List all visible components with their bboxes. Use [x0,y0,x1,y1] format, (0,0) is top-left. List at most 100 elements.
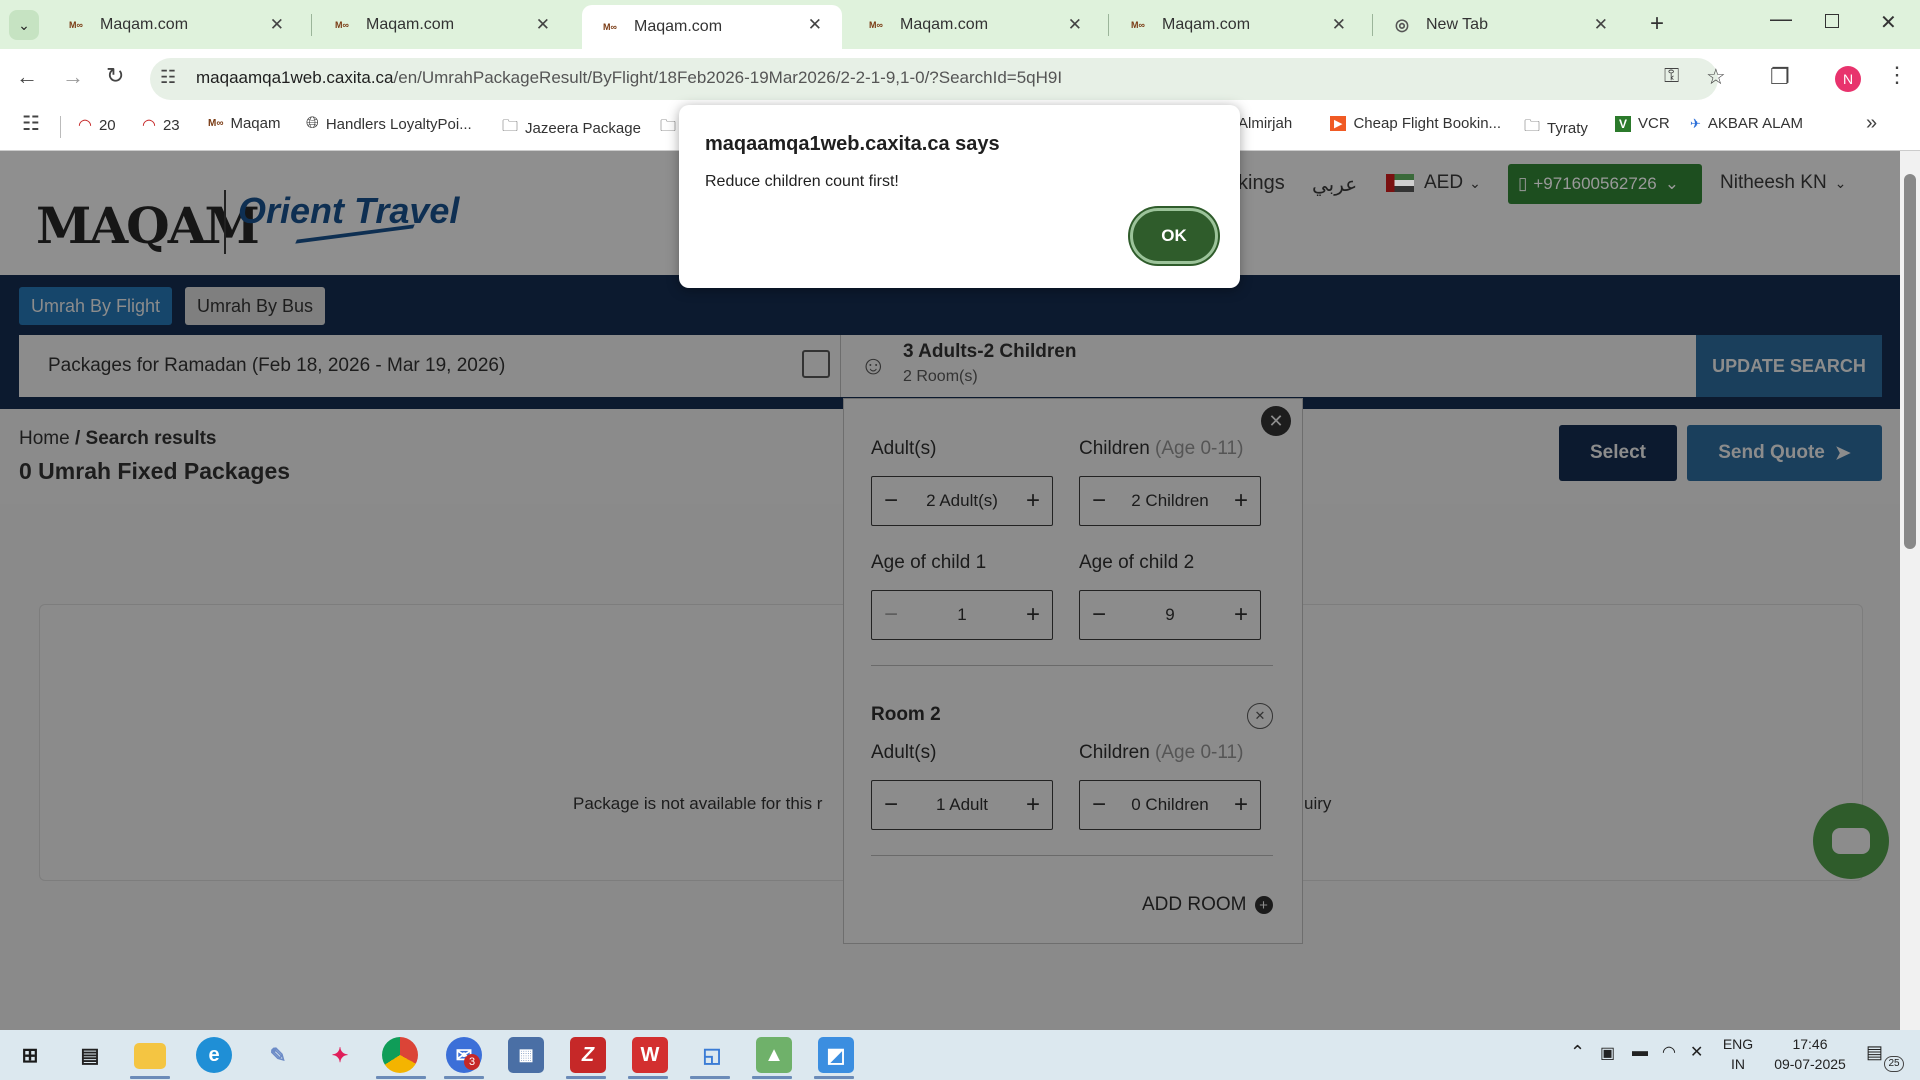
show-hidden-icons[interactable]: ⌃ [1570,1042,1585,1063]
bookmark-star-icon[interactable]: ☆ [1706,66,1726,88]
bookmark-item[interactable]: Almirjah [1238,115,1292,132]
clock[interactable]: 17:46 09-07-2025 [1766,1036,1854,1072]
photos-icon[interactable]: ▲ [756,1037,792,1073]
add-room-button[interactable]: ADD ROOM + [1142,894,1273,916]
language-toggle[interactable]: عربي [1312,172,1357,197]
plus-icon[interactable]: + [1026,603,1040,627]
url-text[interactable]: maqaamqa1web.caxita.ca/en/UmrahPackageRe… [196,68,1062,88]
close-window-icon[interactable]: ✕ [1880,10,1897,35]
restore-window-icon[interactable] [1825,14,1839,28]
bookmark-item[interactable]: ◠ 23 [142,115,180,135]
password-key-icon[interactable]: ⚿ [1664,66,1679,86]
paint-icon[interactable]: ✎ [260,1037,296,1073]
browser-tab[interactable]: M∞ Maqam.com ✕ [48,0,304,49]
minus-icon[interactable]: − [884,793,898,817]
forward-arrow-icon[interactable]: → [62,66,84,88]
orient-travel-logo[interactable]: Orient Travel [238,190,459,232]
browser-tab[interactable]: M∞ Maqam.com ✕ [1110,0,1366,49]
browser-tab[interactable]: M∞ Maqam.com ✕ [848,0,1102,49]
tab-umrah-by-flight[interactable]: Umrah By Flight [19,287,173,325]
bookmark-item[interactable]: 🗀 Jazeera Package [502,115,641,142]
apps-grid-icon[interactable]: ☷ [22,114,40,134]
calendar-icon[interactable] [802,350,830,378]
currency-selector[interactable]: AED ⌄ [1386,172,1481,194]
breadcrumb-home[interactable]: Home [19,428,70,449]
select-button[interactable]: Select [1559,425,1677,481]
notepad-icon[interactable]: ◱ [694,1037,730,1073]
ok-button[interactable]: OK [1130,208,1218,264]
guests-summary[interactable]: 3 Adults-2 Children [903,341,1076,363]
child2-age-stepper: − 9 + [1079,590,1261,640]
more-bookmarks-icon[interactable]: » [1866,113,1877,133]
chat-widget-button[interactable] [1813,803,1889,879]
tab-search-button[interactable]: ⌄ [9,10,39,40]
minus-icon[interactable]: − [884,489,898,513]
dialog-message: Reduce children count first! [705,173,899,190]
bookmark-item[interactable]: ▶ Cheap Flight Bookin... [1330,115,1501,132]
task-view-icon[interactable]: ▤ [72,1037,108,1073]
close-tab-icon[interactable]: ✕ [1594,15,1608,35]
calculator-icon[interactable]: ▦ [508,1037,544,1073]
bookmark-item[interactable]: ✈ AKBAR ALAM [1690,115,1803,132]
tab-umrah-by-bus[interactable]: Umrah By Bus [185,287,326,325]
rooms-summary: 2 Room(s) [903,368,978,385]
close-panel-icon[interactable]: ✕ [1261,406,1291,436]
wps-office-icon[interactable]: W [632,1037,668,1073]
new-tab-button[interactable]: + [1650,10,1664,38]
profile-avatar[interactable]: N [1835,66,1861,92]
remote-desktop-icon[interactable]: ◩ [818,1037,854,1073]
reload-icon[interactable]: ↻ [106,65,124,87]
folder-icon: 🗀 [502,118,519,135]
plus-icon[interactable]: + [1234,603,1248,627]
bookmark-item[interactable]: ◠ 20 [78,115,116,135]
breadcrumb-current: Search results [85,428,217,449]
windows-start-icon[interactable]: ⊞ [12,1037,48,1073]
update-search-button[interactable]: UPDATE SEARCH [1696,335,1882,397]
meet-now-icon[interactable]: ▣ [1600,1043,1615,1063]
bookmark-item[interactable]: V VCR [1615,115,1670,132]
minimize-window-icon[interactable]: — [1770,6,1792,32]
minus-icon[interactable]: − [1092,793,1106,817]
extensions-puzzle-icon[interactable]: ❐ [1770,66,1790,88]
bookmark-item[interactable]: 🌐︎ Handlers LoyaltyPoi... [306,115,472,133]
battery-icon[interactable]: ▬ [1632,1043,1648,1061]
send-quote-button[interactable]: Send Quote ➤ [1687,425,1882,481]
close-tab-icon[interactable]: ✕ [1068,15,1082,35]
minus-icon[interactable]: − [884,603,898,627]
chrome-icon[interactable] [382,1037,418,1073]
site-info-icon[interactable]: ☷ [160,68,176,86]
volume-muted-icon[interactable]: ✕ [1690,1042,1703,1062]
language-indicator[interactable]: ENG IN [1716,1036,1760,1072]
bookmark-item[interactable]: M∞ Maqam [208,115,281,132]
bookmark-item[interactable]: 🗀 Tyraty [1524,115,1588,142]
close-tab-icon[interactable]: ✕ [536,15,550,35]
close-tab-icon[interactable]: ✕ [270,15,284,35]
close-tab-icon[interactable]: ✕ [1332,15,1346,35]
scrollbar-thumb[interactable] [1904,174,1916,549]
close-tab-icon[interactable]: ✕ [808,15,822,35]
plus-icon[interactable]: + [1026,489,1040,513]
notification-center-icon[interactable]: ▤ [1866,1042,1883,1063]
tab-title: New Tab [1426,15,1488,33]
plus-icon[interactable]: + [1234,793,1248,817]
tab-title: Maqam.com [900,15,989,33]
browser-tab[interactable]: M∞ Maqam.com ✕ [314,0,570,49]
slack-icon[interactable]: ✦ [322,1037,358,1073]
browser-tab-active[interactable]: M∞ Maqam.com ✕ [582,5,842,49]
tab-divider [311,14,312,36]
browser-menu-icon[interactable]: ⋮ [1886,64,1908,86]
browser-tab[interactable]: ◎ New Tab ✕ [1374,0,1628,49]
minus-icon[interactable]: − [1092,489,1106,513]
plus-icon[interactable]: + [1234,489,1248,513]
nav-bookings-link[interactable]: kings [1238,172,1285,195]
remove-room-icon[interactable]: ✕ [1247,703,1273,729]
file-explorer-icon[interactable] [134,1043,166,1069]
phone-button[interactable]: ▯ +971600562726 ⌄ [1508,164,1702,204]
minus-icon[interactable]: − [1092,603,1106,627]
user-menu[interactable]: Nitheesh KN ⌄ [1720,172,1846,194]
plus-icon[interactable]: + [1026,793,1040,817]
edge-browser-icon[interactable]: e [196,1037,232,1073]
back-arrow-icon[interactable]: ← [16,66,38,88]
filezilla-icon[interactable]: Z [570,1037,606,1073]
wifi-icon[interactable]: ◠ [1662,1042,1676,1062]
